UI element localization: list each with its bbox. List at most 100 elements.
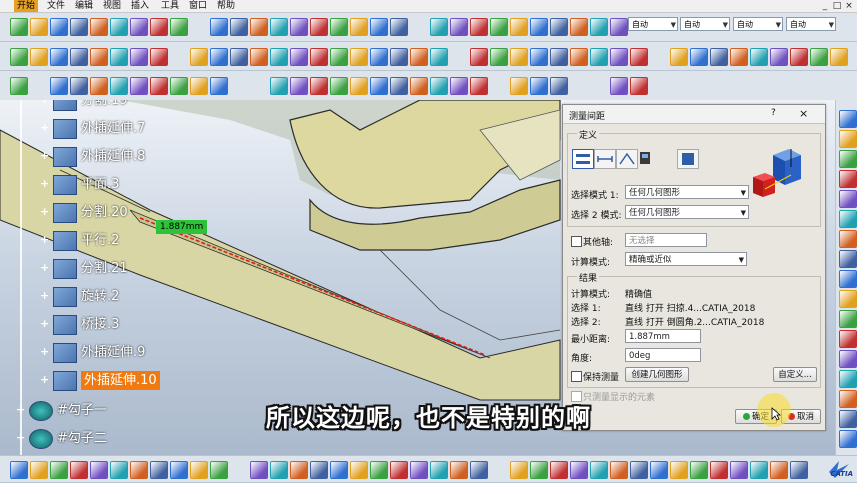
right-tool-icon[interactable] (839, 230, 857, 248)
bottom-tool-icon[interactable] (550, 461, 568, 479)
toolbar-tool-icon[interactable] (150, 77, 168, 95)
toolbar-tool-icon[interactable] (230, 18, 248, 36)
bottom-tool-icon[interactable] (610, 461, 628, 479)
right-tool-icon[interactable] (839, 210, 857, 228)
bottom-tool-icon[interactable] (730, 461, 748, 479)
show-elements-checkbox[interactable] (571, 391, 582, 402)
expand-icon[interactable]: + (40, 178, 49, 189)
toolbar-tool-icon[interactable] (210, 77, 228, 95)
measure-fan-icon[interactable] (616, 149, 638, 169)
bottom-tool-icon[interactable] (530, 461, 548, 479)
toolbar-tool-icon[interactable] (450, 18, 468, 36)
select-mode-1-dropdown[interactable]: 任何几何图形 ▼ (625, 185, 749, 199)
toolbar-tool-icon[interactable] (770, 48, 788, 66)
minimize-button[interactable]: _ (819, 0, 831, 12)
expand-icon[interactable]: + (40, 122, 49, 133)
menu-file[interactable]: 文件 (44, 0, 68, 12)
bottom-tool-icon[interactable] (270, 461, 288, 479)
toolbar-tool-icon[interactable] (310, 77, 328, 95)
toolbar-tool-icon[interactable] (750, 48, 768, 66)
toolbar-tool-icon[interactable] (550, 18, 568, 36)
toolbar-tool-icon[interactable] (730, 48, 748, 66)
toolbar-tool-icon[interactable] (810, 48, 828, 66)
toolbar-tool-icon[interactable] (410, 48, 428, 66)
bottom-tool-icon[interactable] (10, 461, 28, 479)
toolbar-tool-icon[interactable] (90, 77, 108, 95)
expand-icon[interactable]: + (40, 318, 49, 329)
combo-auto-3[interactable]: 自动 ▼ (733, 17, 783, 31)
toolbar-tool-icon[interactable] (50, 48, 68, 66)
bottom-tool-icon[interactable] (710, 461, 728, 479)
toolbar-tool-icon[interactable] (370, 48, 388, 66)
toolbar-tool-icon[interactable] (270, 77, 288, 95)
measure-chain-icon[interactable] (594, 149, 616, 169)
measure-item-icon[interactable] (638, 149, 652, 167)
toolbar-tool-icon[interactable] (390, 77, 408, 95)
menu-window[interactable]: 窗口 (186, 0, 210, 12)
expand-icon[interactable]: + (16, 432, 25, 443)
bottom-tool-icon[interactable] (190, 461, 208, 479)
toolbar-tool-icon[interactable] (510, 48, 528, 66)
bottom-tool-icon[interactable] (290, 461, 308, 479)
toolbar-tool-icon[interactable] (70, 18, 88, 36)
toolbar-tool-icon[interactable] (150, 48, 168, 66)
toolbar-tool-icon[interactable] (350, 48, 368, 66)
toolbar-tool-icon[interactable] (90, 18, 108, 36)
combo-auto-4[interactable]: 自动 ▼ (786, 17, 836, 31)
toolbar-tool-icon[interactable] (530, 77, 548, 95)
toolbar-tool-icon[interactable] (90, 48, 108, 66)
toolbar-tool-icon[interactable] (790, 48, 808, 66)
bottom-tool-icon[interactable] (570, 461, 588, 479)
toolbar-tool-icon[interactable] (550, 48, 568, 66)
toolbar-tool-icon[interactable] (190, 77, 208, 95)
combo-auto-1[interactable]: 自动 ▼ (628, 17, 678, 31)
toolbar-tool-icon[interactable] (350, 77, 368, 95)
toolbar-tool-icon[interactable] (610, 48, 628, 66)
toolbar-tool-icon[interactable] (610, 77, 628, 95)
toolbar-tool-icon[interactable] (50, 77, 68, 95)
toolbar-tool-icon[interactable] (350, 18, 368, 36)
close-window-button[interactable]: × (843, 0, 855, 12)
bottom-tool-icon[interactable] (590, 461, 608, 479)
create-geometry-button[interactable]: 创建几何图形 (625, 367, 689, 382)
toolbar-tool-icon[interactable] (450, 77, 468, 95)
toolbar-tool-icon[interactable] (390, 48, 408, 66)
expand-icon[interactable]: + (40, 150, 49, 161)
toolbar-tool-icon[interactable] (430, 18, 448, 36)
keep-measure-checkbox[interactable] (571, 371, 582, 382)
toolbar-tool-icon[interactable] (270, 48, 288, 66)
toolbar-tool-icon[interactable] (130, 18, 148, 36)
toolbar-tool-icon[interactable] (690, 48, 708, 66)
toolbar-tool-icon[interactable] (70, 77, 88, 95)
bottom-tool-icon[interactable] (50, 461, 68, 479)
toolbar-tool-icon[interactable] (250, 48, 268, 66)
menu-edit[interactable]: 编辑 (72, 0, 96, 12)
toolbar-tool-icon[interactable] (590, 48, 608, 66)
bottom-tool-icon[interactable] (510, 461, 528, 479)
toolbar-tool-icon[interactable] (530, 18, 548, 36)
toolbar-tool-icon[interactable] (110, 77, 128, 95)
toolbar-tool-icon[interactable] (150, 18, 168, 36)
expand-icon[interactable]: + (40, 262, 49, 273)
bottom-tool-icon[interactable] (650, 461, 668, 479)
right-tool-icon[interactable] (839, 270, 857, 288)
bottom-tool-icon[interactable] (210, 461, 228, 479)
toolbar-tool-icon[interactable] (430, 77, 448, 95)
toolbar-tool-icon[interactable] (330, 18, 348, 36)
menu-insert[interactable]: 插入 (128, 0, 152, 12)
toolbar-tool-icon[interactable] (470, 48, 488, 66)
expand-icon[interactable]: + (40, 206, 49, 217)
toolbar-tool-icon[interactable] (290, 48, 308, 66)
toolbar-tool-icon[interactable] (570, 48, 588, 66)
right-tool-icon[interactable] (839, 110, 857, 128)
toolbar-tool-icon[interactable] (310, 48, 328, 66)
bottom-tool-icon[interactable] (330, 461, 348, 479)
menu-help[interactable]: 帮助 (214, 0, 238, 12)
toolbar-tool-icon[interactable] (430, 48, 448, 66)
bottom-tool-icon[interactable] (70, 461, 88, 479)
toolbar-tool-icon[interactable] (570, 18, 588, 36)
help-icon[interactable]: ? (771, 108, 776, 118)
bottom-tool-icon[interactable] (130, 461, 148, 479)
right-tool-icon[interactable] (839, 370, 857, 388)
calc-mode-dropdown[interactable]: 精确或近似 ▼ (625, 252, 747, 266)
